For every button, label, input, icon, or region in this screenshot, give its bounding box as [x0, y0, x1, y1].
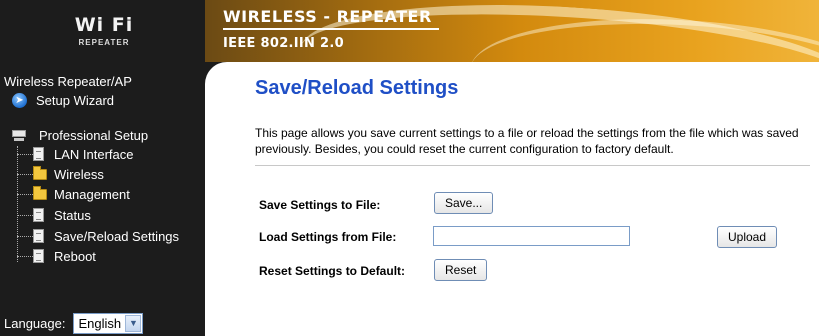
brand-subtitle: IEEE 802.IIN 2.0: [223, 36, 344, 51]
save-button[interactable]: Save...: [434, 192, 494, 214]
reset-button[interactable]: Reset: [434, 259, 488, 281]
load-settings-label: Load Settings from File:: [259, 230, 397, 244]
reset-settings-label: Reset Settings to Default:: [259, 264, 406, 278]
sidebar-item-label[interactable]: LAN Interface: [54, 147, 134, 162]
language-select[interactable]: English ▼: [73, 313, 144, 334]
document-icon: [33, 147, 44, 161]
document-icon: [33, 229, 44, 243]
logo-text: Wi Fi: [74, 14, 134, 36]
wifi-logo-icon: Wi Fi: [64, 14, 144, 36]
language-label: Language:: [4, 316, 66, 331]
sidebar-item-label[interactable]: Professional Setup: [39, 128, 148, 143]
upload-button[interactable]: Upload: [717, 226, 778, 248]
folder-icon: [33, 185, 47, 200]
logo-subtext: REPEATER: [78, 38, 130, 47]
content-corner: [205, 62, 235, 92]
brand-title: WIRELESS - REPEATER: [223, 7, 432, 26]
sidebar-item-label[interactable]: Save/Reload Settings: [54, 229, 179, 244]
divider: [255, 165, 810, 166]
sidebar-item-lan-interface[interactable]: LAN Interface: [17, 146, 134, 162]
sidebar-item-label[interactable]: Status: [54, 208, 91, 223]
header-banner: Wi Fi REPEATER WIRELESS - REPEATER IEEE …: [0, 0, 819, 62]
sidebar: Wireless Repeater/AP ➤ Setup Wizard Prof…: [0, 62, 205, 336]
folder-icon: [33, 165, 47, 180]
sidebar-item-wireless[interactable]: Wireless: [17, 165, 104, 182]
brand-underline: [223, 28, 439, 30]
sidebar-item-save-reload-settings[interactable]: Save/Reload Settings: [17, 228, 179, 244]
sidebar-item-setup-wizard[interactable]: ➤ Setup Wizard: [12, 93, 114, 108]
sidebar-item-label[interactable]: Wireless: [54, 167, 104, 182]
language-selector: Language: English ▼: [4, 313, 144, 334]
logo: Wi Fi REPEATER: [0, 0, 205, 62]
sidebar-item-label[interactable]: Reboot: [54, 249, 96, 264]
computer-icon: [12, 130, 26, 141]
document-icon: [33, 249, 44, 263]
sidebar-item-reboot[interactable]: Reboot: [17, 248, 96, 264]
page-title: Save/Reload Settings: [255, 77, 459, 99]
sidebar-item-status[interactable]: Status: [17, 207, 91, 223]
sidebar-item-management[interactable]: Management: [17, 185, 130, 202]
document-icon: [33, 208, 44, 222]
chevron-down-icon[interactable]: ▼: [125, 315, 142, 332]
sidebar-item-professional-setup[interactable]: Professional Setup: [12, 128, 148, 143]
load-settings-file-input[interactable]: [433, 226, 630, 246]
sidebar-title[interactable]: Wireless Repeater/AP: [4, 74, 132, 89]
tree-connector: [17, 146, 18, 262]
sidebar-item-label[interactable]: Setup Wizard: [36, 93, 114, 108]
page-description: This page allows you save current settin…: [255, 126, 799, 156]
sidebar-item-label[interactable]: Management: [54, 187, 130, 202]
wizard-icon: ➤: [12, 93, 27, 108]
language-value: English: [78, 316, 122, 331]
save-settings-label: Save Settings to File:: [259, 198, 381, 212]
